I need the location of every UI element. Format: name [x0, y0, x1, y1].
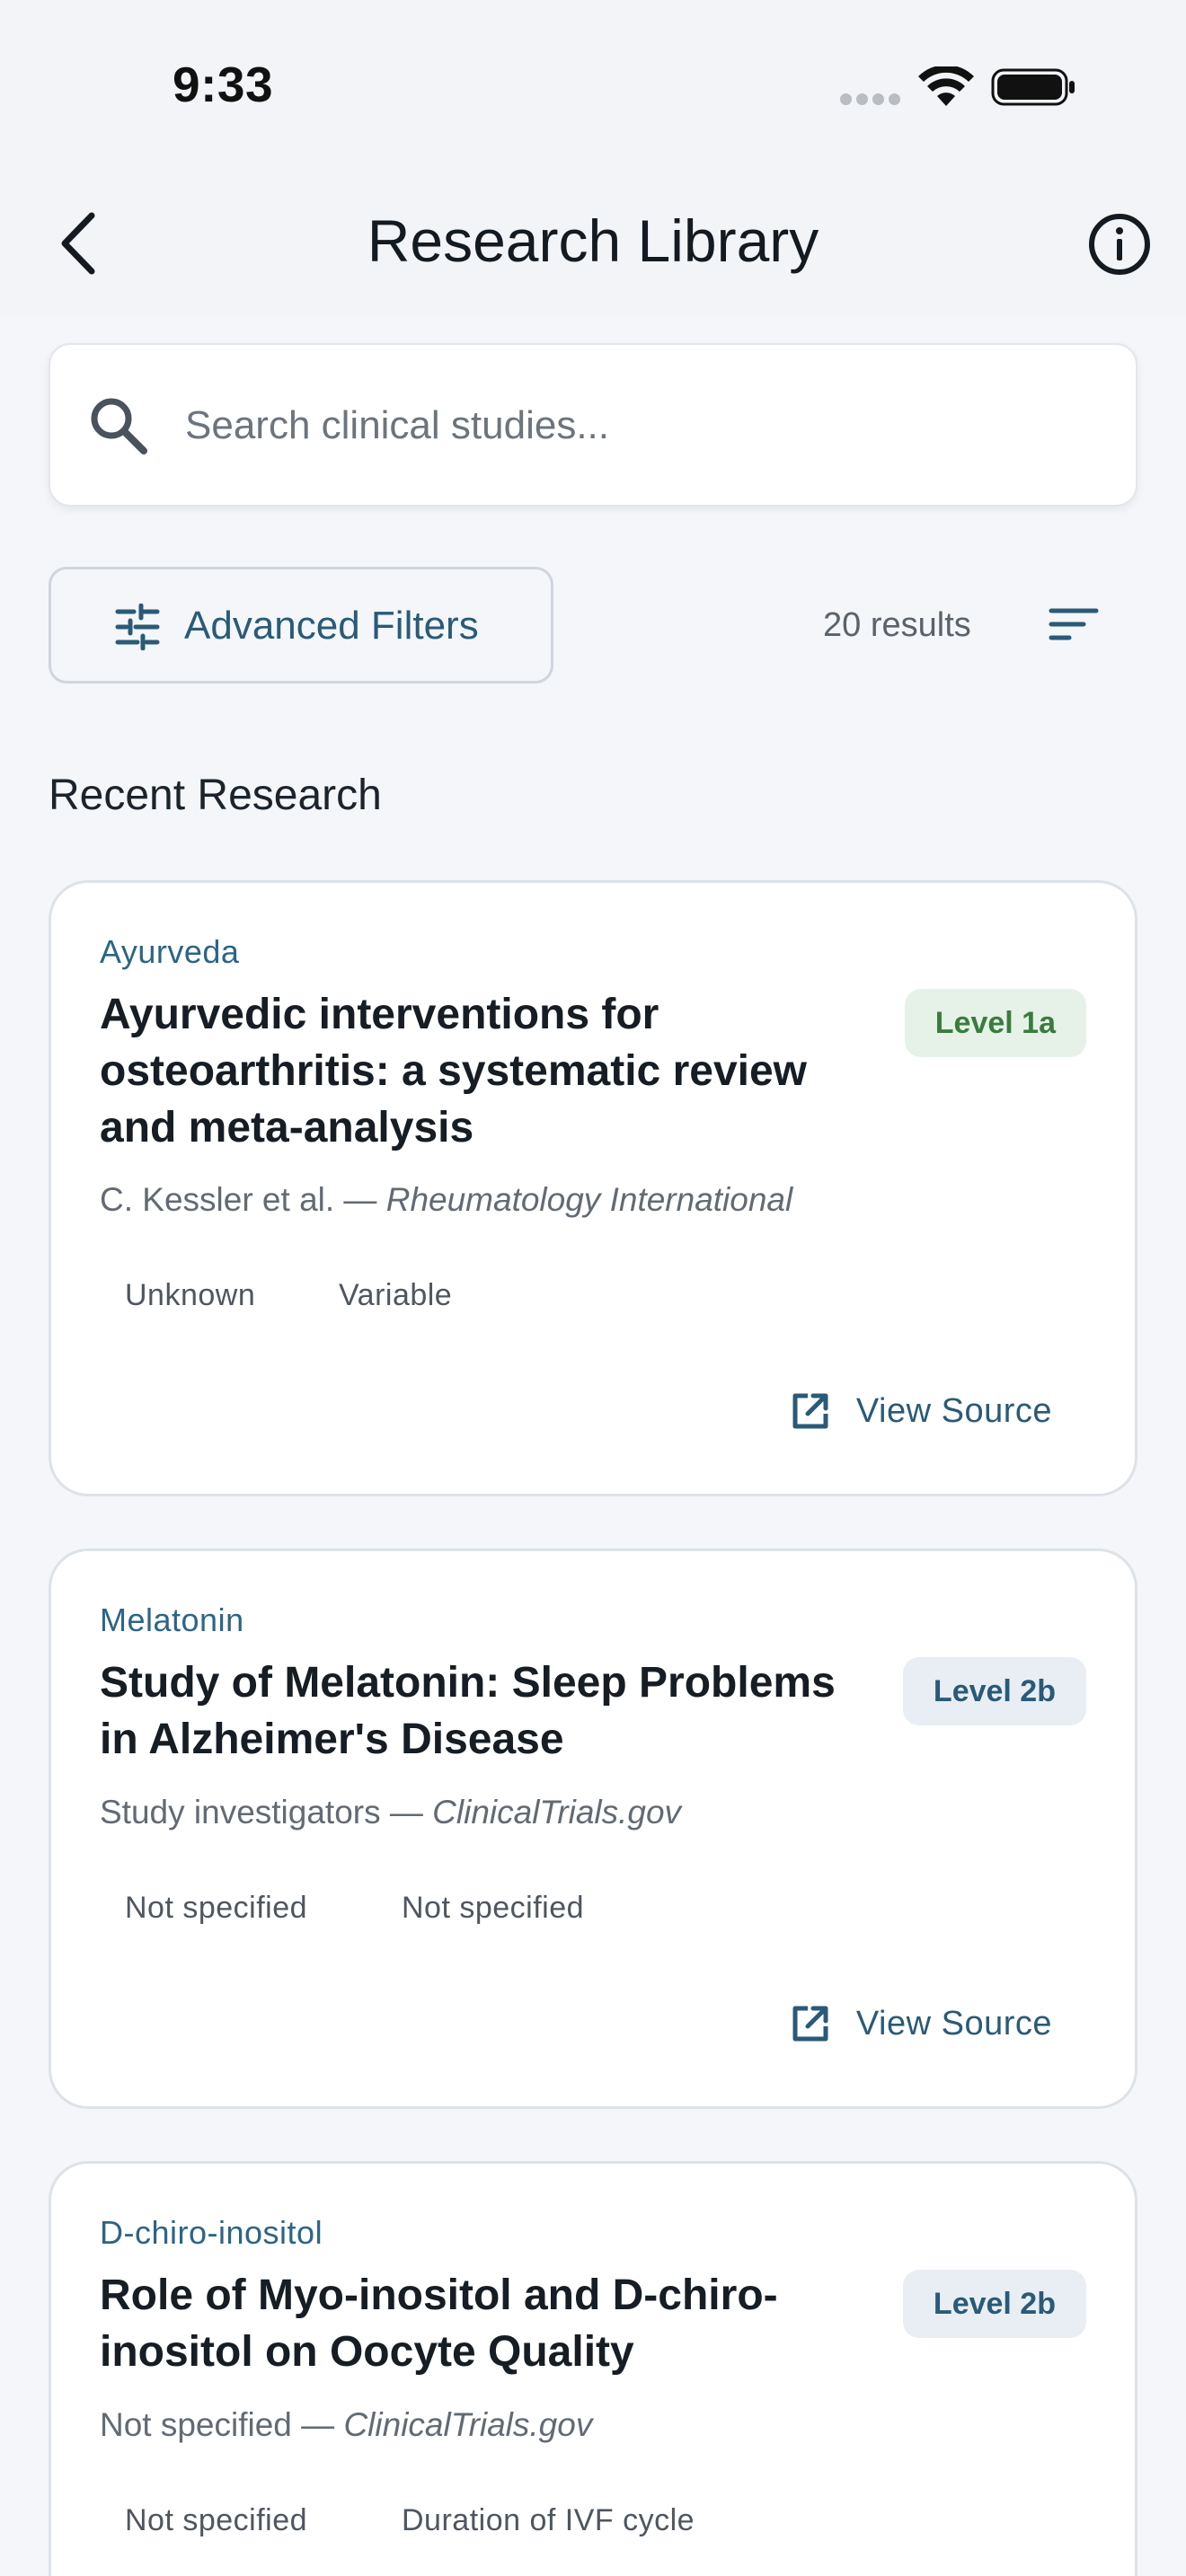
study-tag: Not specified: [125, 1891, 308, 1925]
advanced-filters-label: Advanced Filters: [184, 604, 479, 648]
card-source: ClinicalTrials.gov: [432, 1794, 682, 1831]
chevron-left-icon: [61, 212, 95, 275]
search-icon: [91, 398, 147, 454]
status-bar: 9:33: [0, 0, 1186, 171]
card-title[interactable]: Study of Melatonin: Sleep Problems in Al…: [100, 1654, 872, 1768]
info-button[interactable]: [1085, 210, 1154, 278]
section-title: Recent Research: [49, 772, 382, 819]
card-meta: C. Kessler et al. — Rheumatology Interna…: [100, 1181, 792, 1219]
card-title-line: and meta-analysis: [100, 1104, 474, 1151]
card-authors: Not specified —: [100, 2406, 344, 2443]
card-category: Melatonin: [100, 1601, 244, 1638]
status-time: 9:33: [173, 57, 274, 112]
study-tag: Duration of IVF cycle: [402, 2503, 695, 2537]
research-card[interactable]: D-chiro-inositol Role of Myo-inositol an…: [49, 2161, 1137, 2576]
navigation-bar: Research Library: [0, 171, 1186, 316]
advanced-filters-button[interactable]: Advanced Filters: [49, 567, 553, 684]
sort-lines-icon[interactable]: [1042, 593, 1105, 656]
card-category: Ayurveda: [100, 933, 240, 970]
back-button[interactable]: [47, 205, 110, 282]
card-meta: Study investigators — ClinicalTrials.gov: [100, 1794, 681, 1831]
evidence-level-badge: Level 2b: [902, 1657, 1086, 1725]
study-tag: Not specified: [125, 2503, 308, 2537]
info-circle-icon: [1089, 214, 1150, 275]
card-title[interactable]: Ayurvedic interventions for osteoarthrit…: [100, 986, 872, 1156]
open-external-icon: [792, 1393, 828, 1429]
tune-sliders-icon: [115, 604, 160, 650]
card-title-line: inositol on Oocyte Quality: [100, 2328, 634, 2376]
view-source-label: View Source: [855, 2004, 1052, 2042]
results-count: 20 results: [823, 606, 971, 644]
card-authors: Study investigators —: [100, 1794, 433, 1831]
card-title-line: in Alzheimer's Disease: [100, 1716, 564, 1763]
open-external-icon: [792, 2006, 828, 2042]
card-source: ClinicalTrials.gov: [343, 2406, 593, 2443]
card-authors: C. Kessler et al. —: [100, 1181, 386, 1218]
card-title-line: Ayurvedic interventions for: [100, 991, 659, 1038]
card-title[interactable]: Role of Myo-inositol and D-chiro- inosit…: [100, 2267, 872, 2380]
research-card[interactable]: Melatonin Study of Melatonin: Sleep Prob…: [49, 1548, 1137, 2109]
evidence-level-badge: Level 1a: [904, 989, 1086, 1057]
view-source-button[interactable]: View Source: [790, 1384, 1052, 1438]
page-title: Research Library: [367, 207, 819, 274]
card-meta: Not specified — ClinicalTrials.gov: [100, 2406, 592, 2444]
search-box[interactable]: [49, 343, 1137, 507]
battery-icon: [991, 68, 1075, 106]
view-source-label: View Source: [855, 1391, 1052, 1430]
study-tag: Variable: [339, 1278, 453, 1312]
card-title-line: Study of Melatonin: Sleep Problems: [100, 1659, 836, 1707]
study-tag: Unknown: [125, 1278, 256, 1312]
search-input[interactable]: [185, 381, 1084, 471]
study-tag: Not specified: [402, 1891, 585, 1925]
card-title-line: Role of Myo-inositol and D-chiro-: [100, 2272, 778, 2319]
evidence-level-badge: Level 2b: [902, 2270, 1086, 2338]
card-source: Rheumatology International: [385, 1181, 793, 1218]
cellular-signal-icon: [840, 93, 903, 106]
research-card[interactable]: Ayurveda Ayurvedic interventions for ost…: [49, 880, 1137, 1496]
research-library-screen: 9:33 Research Library Search clinical st…: [0, 0, 1186, 2576]
card-title-line: osteoarthritis: a systematic review: [100, 1047, 808, 1095]
wifi-icon: [918, 66, 974, 106]
card-category: D-chiro-inositol: [100, 2214, 323, 2251]
view-source-button[interactable]: View Source: [790, 1997, 1052, 2051]
